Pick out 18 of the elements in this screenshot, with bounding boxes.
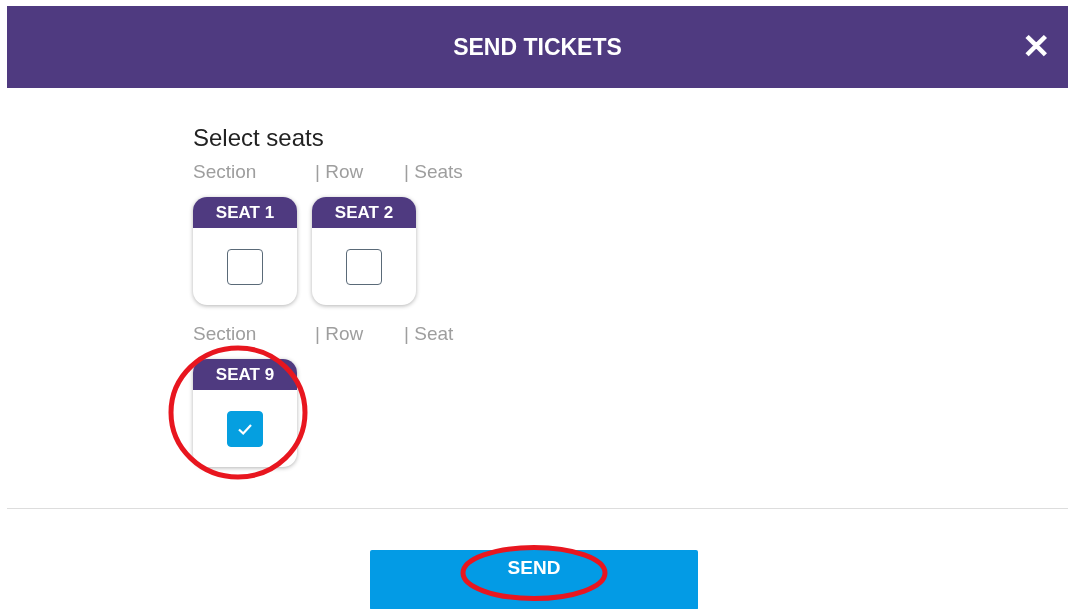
seat-card[interactable]: SEAT 1 (193, 197, 297, 305)
seat-checkbox[interactable] (227, 410, 263, 447)
seat-card[interactable]: SEAT 9 (193, 359, 297, 467)
close-button[interactable]: ✕ (1022, 24, 1050, 68)
seat-info-label: | Seat (404, 323, 454, 345)
seat-card[interactable]: SEAT 2 (312, 197, 416, 305)
seat-info-label: Section (193, 161, 258, 183)
seat-info-label: | Row (315, 161, 365, 183)
seat-checkbox[interactable] (227, 248, 263, 285)
seat-label: SEAT 9 (193, 359, 297, 390)
seat-label: SEAT 1 (193, 197, 297, 228)
seat-info-label: Section (193, 323, 258, 345)
section-heading: Select seats (193, 123, 325, 153)
seat-info-label: | Seats (404, 161, 463, 183)
dialog-title: SEND TICKETS (453, 33, 622, 61)
seat-label: SEAT 2 (312, 197, 416, 228)
seat-checkbox[interactable] (346, 248, 382, 285)
seat-info-label: | Row (315, 323, 365, 345)
